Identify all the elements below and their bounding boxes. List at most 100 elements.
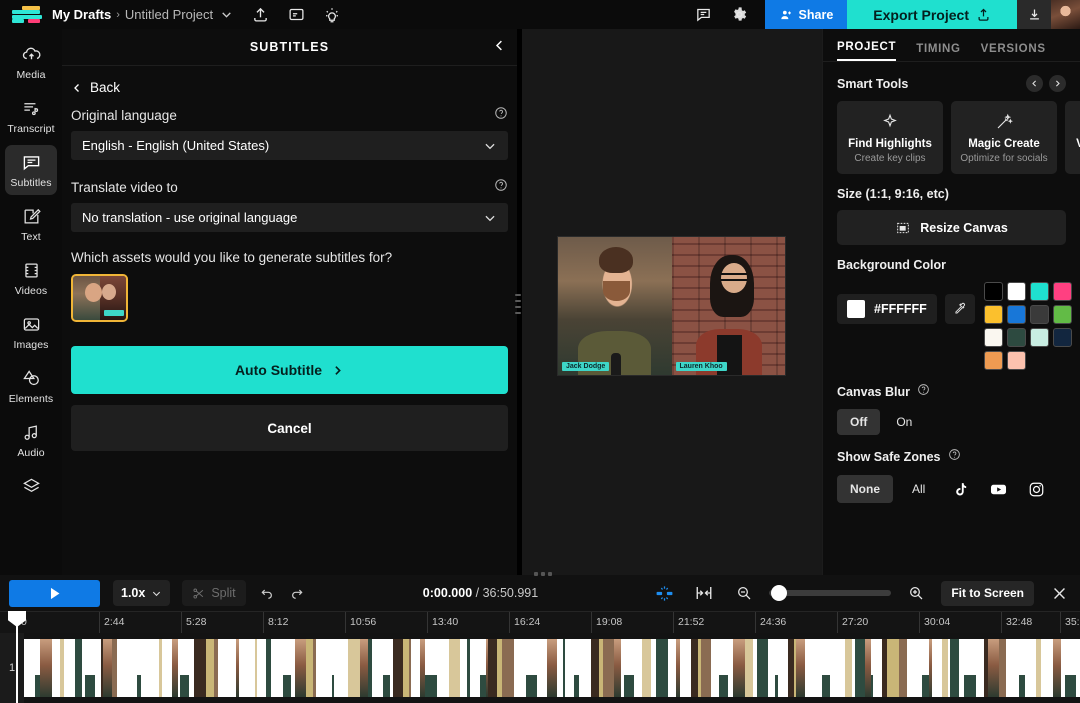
- playback-speed-select[interactable]: 1.0x: [113, 580, 170, 606]
- tab-versions[interactable]: VERSIONS: [981, 43, 1046, 61]
- panel-title: SUBTITLES: [250, 40, 329, 54]
- split-button[interactable]: Split: [182, 580, 245, 606]
- swatch-2[interactable]: [1007, 282, 1026, 301]
- eyedropper-button[interactable]: [945, 294, 975, 324]
- sidebar-item-images[interactable]: Images: [5, 307, 57, 357]
- redo-button[interactable]: [282, 580, 312, 606]
- video-preview[interactable]: Jack Dodge Lauren Khoo: [557, 236, 786, 376]
- zoom-in-button[interactable]: [901, 580, 931, 606]
- left-speaker-hair: [599, 247, 633, 273]
- timeline-drag-handle[interactable]: [534, 572, 552, 576]
- fit-horizontal-button[interactable]: [689, 580, 719, 606]
- swatch-5[interactable]: [984, 305, 1003, 324]
- panel-resize-handle[interactable]: [515, 294, 521, 314]
- original-language-label-row: Original language: [71, 106, 508, 125]
- help-circle-icon[interactable]: [494, 106, 508, 125]
- tool-partial-next[interactable]: V: [1065, 101, 1080, 174]
- zoom-out-button[interactable]: [729, 580, 759, 606]
- back-button[interactable]: Back: [71, 80, 508, 95]
- filmstrip-frame: [603, 639, 614, 697]
- app-logo[interactable]: [12, 6, 42, 24]
- track-number: 1: [0, 633, 24, 703]
- breadcrumb-my-drafts[interactable]: My Drafts: [52, 7, 111, 22]
- asset-thumbnail[interactable]: [71, 274, 128, 322]
- time-separator: /: [472, 586, 482, 600]
- filmstrip-frame: [1065, 639, 1076, 697]
- swatch-13[interactable]: [984, 351, 1003, 370]
- original-language-select[interactable]: English - English (United States): [71, 131, 508, 160]
- undo-button[interactable]: [252, 580, 282, 606]
- resize-canvas-button[interactable]: Resize Canvas: [837, 210, 1066, 245]
- ruler-tick: 10:56: [345, 612, 376, 634]
- swatch-14[interactable]: [1007, 351, 1026, 370]
- video-track-filmstrip[interactable]: [24, 639, 1080, 697]
- sidebar-item-subtitles[interactable]: Subtitles: [5, 145, 57, 195]
- swatch-10[interactable]: [1007, 328, 1026, 347]
- youtube-icon[interactable]: [982, 474, 1014, 504]
- tiktok-icon[interactable]: [944, 474, 976, 504]
- swatch-7[interactable]: [1030, 305, 1049, 324]
- comment-icon[interactable]: [691, 2, 717, 28]
- cancel-button[interactable]: Cancel: [71, 405, 508, 451]
- sidebar-item-elements[interactable]: Elements: [5, 361, 57, 411]
- swatch-4[interactable]: [1053, 282, 1072, 301]
- download-button[interactable]: [1017, 0, 1051, 29]
- filmstrip-frame: [911, 639, 922, 697]
- swatch-8[interactable]: [1053, 305, 1072, 324]
- smart-tools-prev-button[interactable]: [1026, 75, 1043, 92]
- translate-label-row: Translate video to: [71, 178, 508, 197]
- close-timeline-button[interactable]: [1044, 580, 1074, 606]
- sidebar-item-media[interactable]: Media: [5, 37, 57, 87]
- swatch-11[interactable]: [1030, 328, 1049, 347]
- smart-tools-next-button[interactable]: [1049, 75, 1066, 92]
- sidebar-item-audio[interactable]: Audio: [5, 415, 57, 465]
- collapse-panel-button[interactable]: [492, 38, 507, 58]
- zoom-slider-knob[interactable]: [771, 585, 787, 601]
- fit-to-screen-button[interactable]: Fit to Screen: [941, 581, 1034, 606]
- zoom-slider[interactable]: [769, 590, 891, 596]
- snap-toggle-button[interactable]: [649, 580, 679, 606]
- ruler-tick: 24:36: [755, 612, 786, 634]
- project-name[interactable]: Untitled Project: [125, 7, 213, 22]
- instagram-icon[interactable]: [1020, 474, 1052, 504]
- sidebar-item-text[interactable]: Text: [5, 199, 57, 249]
- sidebar-item-videos[interactable]: Videos: [5, 253, 57, 303]
- hex-color-field[interactable]: #FFFFFF: [837, 294, 937, 324]
- swatch-6[interactable]: [1007, 305, 1026, 324]
- canvas-blur-off-option[interactable]: Off: [837, 409, 880, 435]
- gear-icon[interactable]: [727, 2, 753, 28]
- sidebar-item-layers[interactable]: [5, 469, 57, 507]
- share-button[interactable]: Share: [765, 0, 848, 29]
- tab-project[interactable]: PROJECT: [837, 41, 896, 61]
- swatch-12[interactable]: [1053, 328, 1072, 347]
- captions-icon[interactable]: [283, 2, 309, 28]
- filmstrip-frame: [922, 639, 929, 697]
- playhead[interactable]: [16, 611, 18, 703]
- canvas-blur-on-option[interactable]: On: [883, 409, 925, 435]
- swatch-9[interactable]: [984, 328, 1003, 347]
- filmstrip-frame: [845, 639, 852, 697]
- sidebar-item-transcript[interactable]: Transcript: [5, 91, 57, 141]
- swatch-3[interactable]: [1030, 282, 1049, 301]
- auto-subtitle-button[interactable]: Auto Subtitle: [71, 346, 508, 394]
- tips-icon[interactable]: [319, 2, 345, 28]
- export-project-button[interactable]: Export Project: [847, 0, 1017, 29]
- tool-find-highlights[interactable]: Find Highlights Create key clips: [837, 101, 943, 174]
- tab-timing[interactable]: TIMING: [916, 43, 960, 61]
- tool-magic-create[interactable]: Magic Create Optimize for socials: [951, 101, 1057, 174]
- play-button[interactable]: [9, 580, 100, 607]
- cancel-label: Cancel: [267, 421, 311, 436]
- swatch-1[interactable]: [984, 282, 1003, 301]
- safe-zone-all[interactable]: All: [899, 475, 938, 503]
- upload-icon[interactable]: [247, 2, 273, 28]
- translate-select[interactable]: No translation - use original language: [71, 203, 508, 232]
- user-avatar[interactable]: [1051, 0, 1080, 29]
- help-circle-icon[interactable]: [948, 448, 961, 466]
- timeline-ruler[interactable]: 0 2:44 5:28 8:12 10:56 13:40 16:24 19:08…: [0, 611, 1080, 633]
- help-circle-icon[interactable]: [494, 178, 508, 197]
- chevron-down-icon[interactable]: [213, 2, 239, 28]
- images-icon: [22, 315, 41, 334]
- safe-zone-none[interactable]: None: [837, 475, 893, 503]
- filmstrip-frame: [85, 639, 95, 697]
- help-circle-icon[interactable]: [917, 383, 930, 401]
